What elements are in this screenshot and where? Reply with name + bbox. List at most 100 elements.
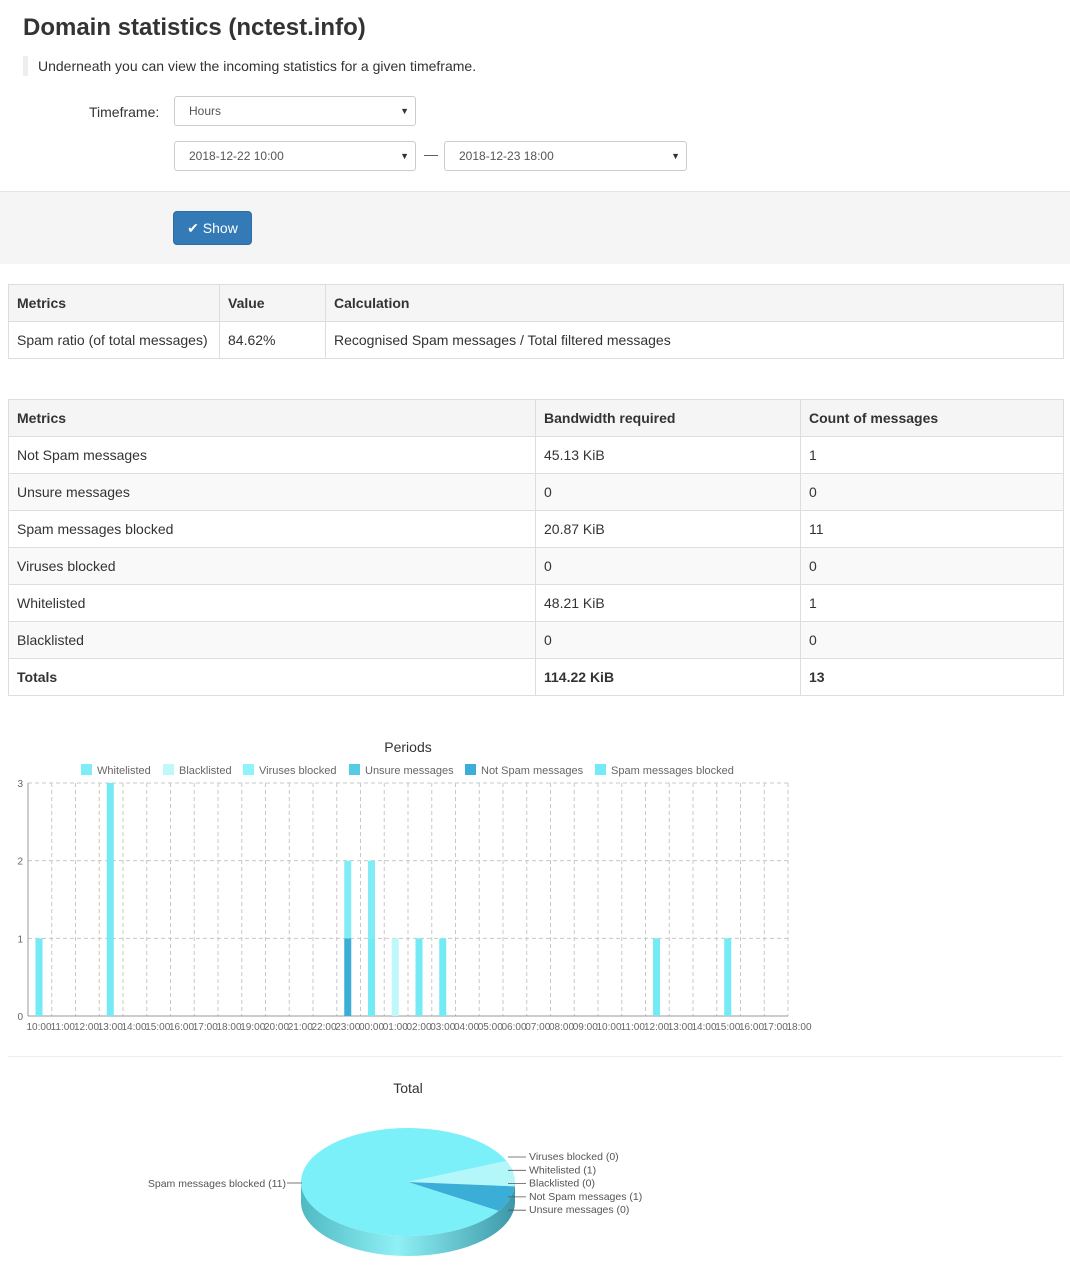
- pie-label: Whitelisted (1): [508, 1164, 596, 1176]
- x-tick-label: 07:00: [525, 1022, 550, 1033]
- table-row: Spam messages blocked 20.87 KiB 11: [8, 510, 1064, 548]
- legend-label: Unsure messages: [365, 765, 454, 777]
- pie-label: Viruses blocked (0): [508, 1151, 619, 1163]
- total-chart: Total Viruses blocked (0)Whitelisted (1) B…: [148, 1080, 642, 1256]
- column-header: Metrics: [8, 399, 536, 437]
- from-date-select[interactable]: 2018-12-22 10:00 ▼: [174, 141, 416, 171]
- x-tick-label: 20:00: [264, 1022, 289, 1033]
- totals-bandwidth: 114.22 KiB: [535, 658, 801, 696]
- pie-label: Unsure messages (0): [508, 1204, 629, 1216]
- x-tick-label: 18:00: [786, 1022, 811, 1033]
- bar: [344, 860, 352, 939]
- x-tick-label: 08:00: [549, 1022, 574, 1033]
- bandwidth-cell: 20.87 KiB: [535, 510, 801, 548]
- x-tick-label: 13:00: [98, 1022, 123, 1033]
- legend-label: Whitelisted: [97, 765, 151, 777]
- count-cell: 1: [800, 436, 1064, 474]
- x-tick-label: 14:00: [691, 1022, 716, 1033]
- bandwidth-cell: 0: [535, 621, 801, 659]
- timeframe-select-value: Hours: [189, 104, 222, 118]
- count-cell: 11: [800, 510, 1064, 548]
- bandwidth-cell: 0: [535, 547, 801, 585]
- y-tick-label: 1: [17, 934, 23, 945]
- x-tick-label: 16:00: [169, 1022, 194, 1033]
- metric-cell: Unsure messages: [8, 473, 536, 511]
- legend-item: Blacklisted: [163, 764, 232, 777]
- bandwidth-cell: 45.13 KiB: [535, 436, 801, 474]
- column-header: Bandwidth required: [535, 399, 801, 437]
- pie-label-text: Whitelisted (1): [529, 1164, 596, 1176]
- x-tick-label: 15:00: [145, 1022, 170, 1033]
- x-tick-label: 09:00: [573, 1022, 598, 1033]
- bandwidth-cell: 0: [535, 473, 801, 511]
- table-row: Unsure messages 0 0: [8, 473, 1064, 511]
- x-tick-label: 18:00: [216, 1022, 241, 1033]
- bandwidth-cell: 48.21 KiB: [535, 584, 801, 622]
- timeframe-label: Timeframe:: [89, 104, 160, 120]
- show-button[interactable]: ✔ Show: [173, 211, 252, 245]
- column-header: Value: [219, 284, 326, 322]
- bar: [724, 938, 732, 1016]
- pie-label: Not Spam messages (1): [508, 1191, 642, 1203]
- x-tick-label: 23:00: [335, 1022, 360, 1033]
- legend-item: Not Spam messages: [465, 764, 584, 777]
- show-button-label: Show: [202, 220, 238, 236]
- legend-label: Viruses blocked: [259, 765, 336, 777]
- legend-label: Spam messages blocked: [611, 765, 734, 777]
- column-header: Calculation: [325, 284, 1064, 322]
- bar: [653, 938, 660, 1016]
- bar: [344, 938, 352, 1016]
- pie-label-text: Not Spam messages (1): [529, 1191, 642, 1203]
- pie-label-text: Viruses blocked (0): [529, 1151, 619, 1163]
- form-actions: ✔ Show: [0, 191, 1070, 264]
- x-tick-label: 11:00: [51, 1022, 76, 1033]
- bar: [439, 938, 447, 1016]
- legend-item: Whitelisted: [81, 764, 151, 777]
- legend-label: Blacklisted: [179, 765, 232, 777]
- chart-title: Total: [393, 1080, 423, 1096]
- check-icon: ✔: [187, 220, 199, 236]
- table-row: Viruses blocked 0 0: [8, 547, 1064, 585]
- pie-label: Spam messages blocked (11): [148, 1178, 302, 1190]
- chevron-down-icon: ▼: [400, 106, 409, 116]
- x-tick-label: 19:00: [240, 1022, 265, 1033]
- x-tick-label: 05:00: [478, 1022, 503, 1033]
- legend-item: Viruses blocked: [243, 764, 336, 777]
- stats-table: Metrics Bandwidth required Count of mess…: [8, 399, 1064, 696]
- page-title: Domain statistics (nctest.info): [23, 14, 366, 41]
- y-tick-label: 2: [17, 857, 23, 868]
- x-tick-label: 01:00: [383, 1022, 408, 1033]
- range-separator: —: [424, 146, 438, 162]
- table-row: Whitelisted 48.21 KiB 1: [8, 584, 1064, 622]
- column-header: Count of messages: [800, 399, 1064, 437]
- x-tick-label: 10:00: [596, 1022, 621, 1033]
- calculation-cell: Recognised Spam messages / Total filtere…: [325, 321, 1064, 359]
- metric-cell: Spam messages blocked: [8, 510, 536, 548]
- timeframe-select[interactable]: Hours ▼: [174, 96, 416, 126]
- count-cell: 1: [800, 584, 1064, 622]
- x-tick-label: 14:00: [121, 1022, 146, 1033]
- totals-label: Totals: [8, 658, 536, 696]
- table-row: Not Spam messages 45.13 KiB 1: [8, 436, 1064, 474]
- x-tick-label: 13:00: [668, 1022, 693, 1033]
- page-lead: Underneath you can view the incoming sta…: [23, 56, 476, 76]
- to-date-select[interactable]: 2018-12-23 18:00 ▼: [444, 141, 687, 171]
- totals-count: 13: [800, 658, 1064, 696]
- metric-cell: Whitelisted: [8, 584, 536, 622]
- divider: [8, 1056, 1063, 1057]
- x-tick-label: 17:00: [763, 1022, 788, 1033]
- chevron-down-icon: ▼: [400, 151, 409, 161]
- x-tick-label: 16:00: [739, 1022, 764, 1033]
- legend-swatch: [81, 764, 92, 775]
- to-date-value: 2018-12-23 18:00: [459, 149, 554, 163]
- periods-chart: Periods Whitelisted Blacklisted Viruses blo…: [17, 739, 812, 1033]
- x-tick-label: 22:00: [311, 1022, 336, 1033]
- x-tick-label: 10:00: [26, 1022, 51, 1033]
- x-tick-label: 03:00: [430, 1022, 455, 1033]
- value-cell: 84.62%: [219, 321, 326, 359]
- from-date-value: 2018-12-22 10:00: [189, 149, 284, 163]
- legend-swatch: [465, 764, 476, 775]
- count-cell: 0: [800, 621, 1064, 659]
- legend-label: Not Spam messages: [481, 765, 584, 777]
- metric-cell: Spam ratio (of total messages): [8, 321, 220, 359]
